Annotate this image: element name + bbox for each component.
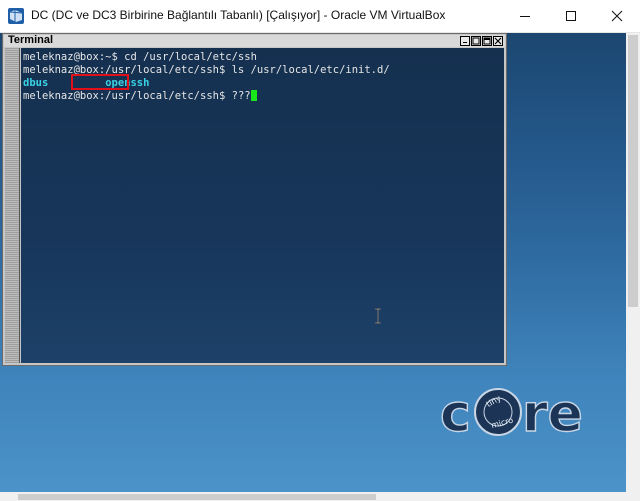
vertical-scrollbar-thumb[interactable] <box>628 35 638 307</box>
horizontal-scrollbar-thumb[interactable] <box>18 494 376 500</box>
window-title: DC (DC ve DC3 Birbirine Bağlantılı Taban… <box>31 8 446 22</box>
close-icon <box>494 37 502 45</box>
terminal-screen[interactable]: meleknaz@box:~$ cd /usr/local/etc/ssh me… <box>21 48 504 363</box>
maximize-button[interactable] <box>548 0 594 32</box>
typed-input: ??? <box>231 90 251 102</box>
logo-letters-right: re <box>522 384 583 443</box>
term-maximize-button[interactable] <box>482 36 492 46</box>
ibeam-cursor-icon <box>375 308 381 324</box>
guest-desktop[interactable]: Terminal meleknaz@box:~$ cd /usr/local/e… <box>0 33 626 492</box>
minimize-icon <box>520 16 530 17</box>
iconify-button[interactable] <box>460 36 470 46</box>
shade-button[interactable] <box>471 36 481 46</box>
minimize-button[interactable] <box>502 0 548 32</box>
maximize-icon <box>566 11 576 21</box>
shade-icon <box>472 37 480 45</box>
terminal-line: meleknaz@box:~$ cd /usr/local/etc/ssh <box>23 51 257 63</box>
close-button[interactable] <box>594 0 640 32</box>
terminal-scrollbar[interactable] <box>5 48 20 363</box>
term-close-button[interactable] <box>493 36 503 46</box>
terminal-titlebar[interactable]: Terminal <box>4 34 505 47</box>
tinycore-logo: c tiny micro re <box>440 383 584 443</box>
horizontal-scrollbar[interactable] <box>0 492 640 501</box>
close-icon <box>611 10 623 22</box>
terminal-window[interactable]: Terminal meleknaz@box:~$ cd /usr/local/e… <box>2 33 507 366</box>
vertical-scrollbar[interactable] <box>626 33 640 492</box>
prompt-text: meleknaz@box:/usr/local/etc/ssh$ <box>23 90 232 102</box>
virtualbox-icon <box>7 7 25 25</box>
ls-entry-dbus: dbus <box>23 77 49 89</box>
highlight-box <box>71 74 129 90</box>
logo-letters-left: c <box>440 384 471 443</box>
terminal-title: Terminal <box>8 34 54 46</box>
text-cursor <box>250 90 257 101</box>
terminal-prompt-line[interactable]: meleknaz@box:/usr/local/etc/ssh$ ??? <box>23 90 257 103</box>
maximize-icon <box>483 37 491 45</box>
host-titlebar: DC (DC ve DC3 Birbirine Bağlantılı Taban… <box>0 0 640 33</box>
iconify-icon <box>463 42 467 43</box>
